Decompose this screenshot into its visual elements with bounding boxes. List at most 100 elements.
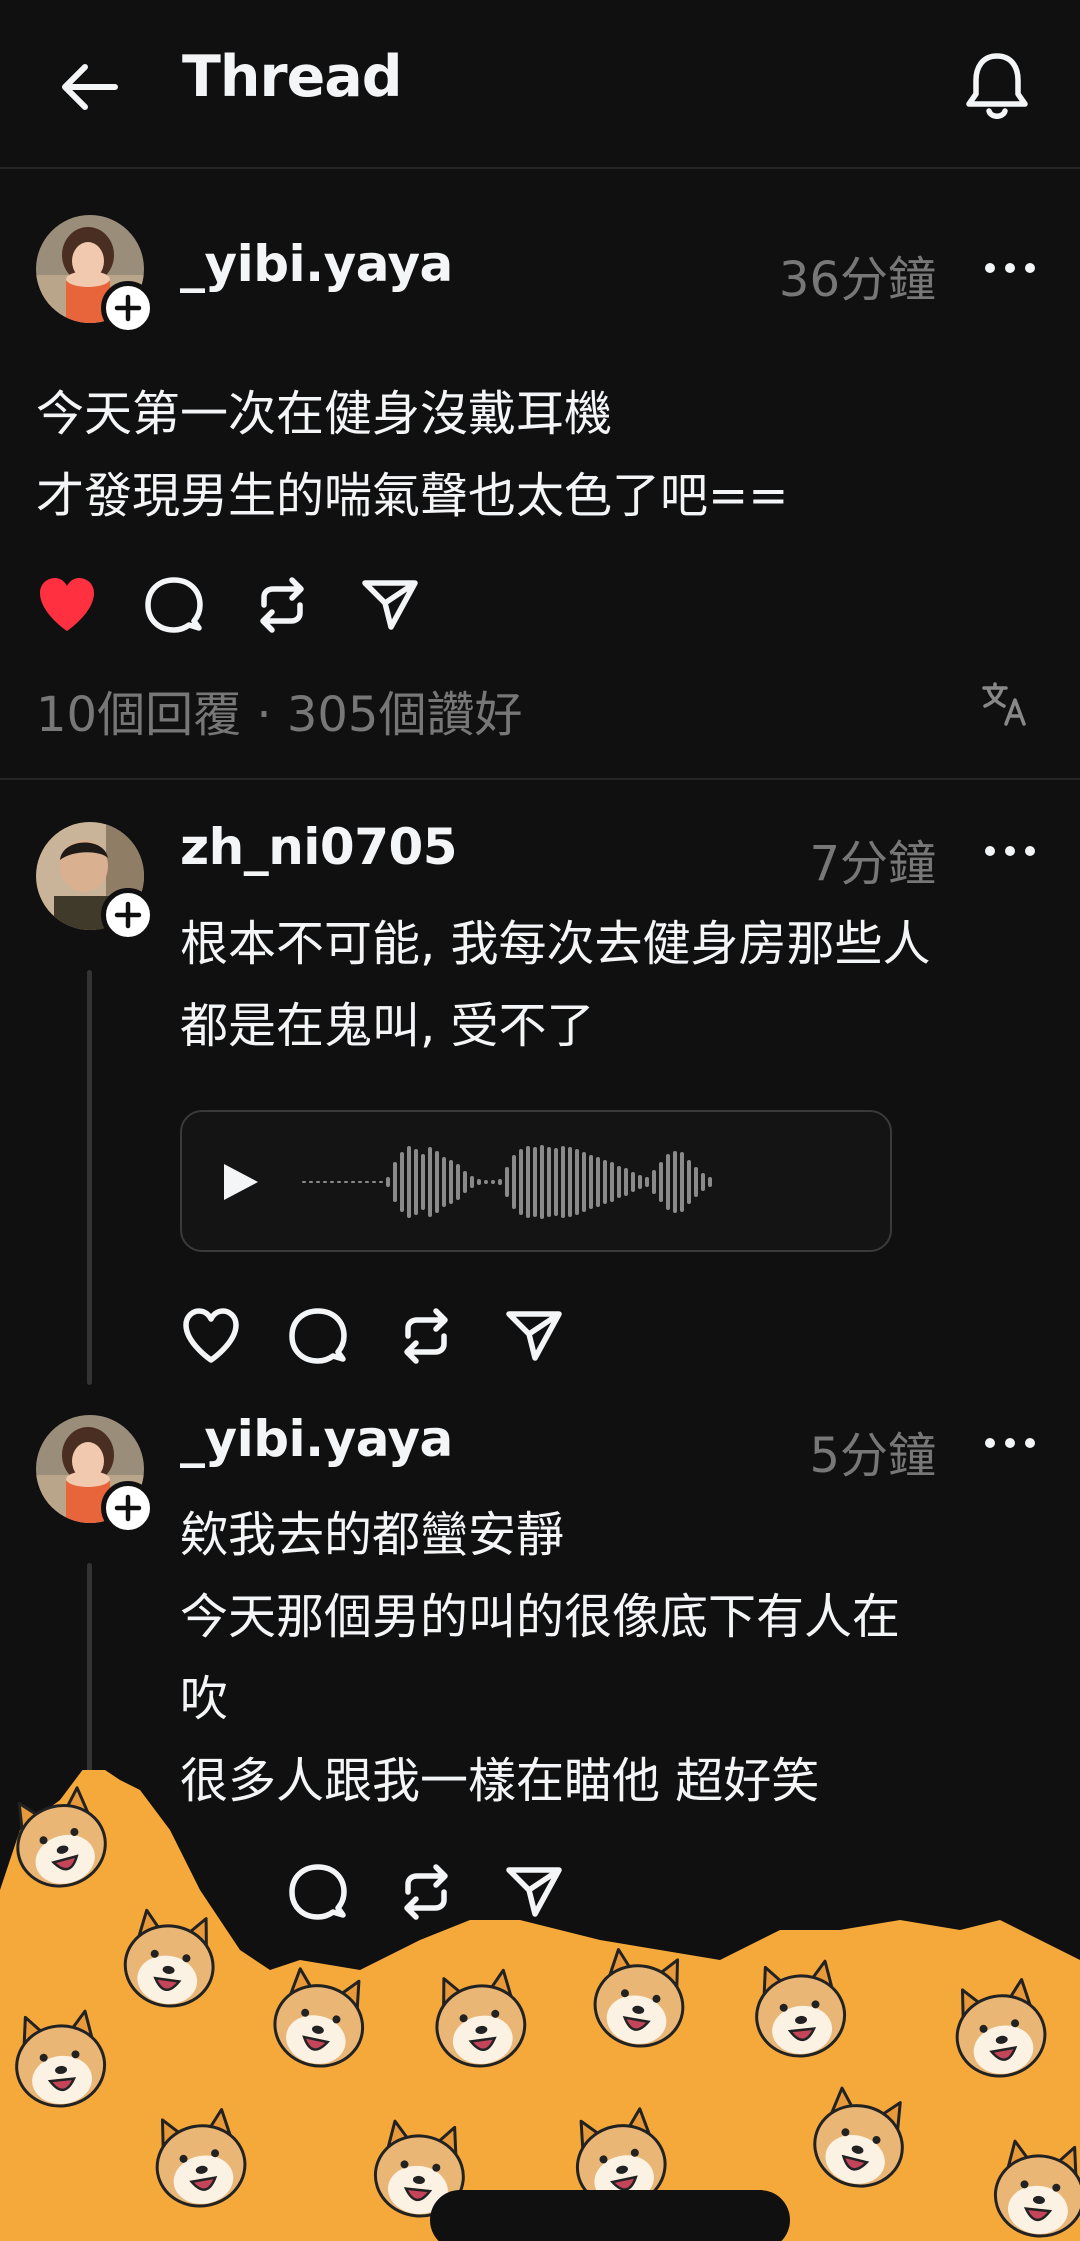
- waveform-bar: [631, 1172, 635, 1192]
- waveform-bar: [421, 1154, 425, 1210]
- waveform-bar: [645, 1177, 649, 1187]
- comment-icon: [145, 577, 203, 633]
- waveform-bar: [666, 1154, 670, 1210]
- waveform-bar: [575, 1149, 579, 1215]
- follow-plus-button[interactable]: [101, 888, 155, 942]
- waveform-bar: [379, 1181, 383, 1183]
- follow-plus-button[interactable]: [101, 1481, 155, 1535]
- more-options-button[interactable]: [980, 1433, 1040, 1453]
- repost-button[interactable]: [396, 1306, 456, 1366]
- more-icon: [985, 1438, 1035, 1448]
- translate-icon: [982, 682, 1026, 726]
- plus-icon: [114, 901, 142, 929]
- comment-icon: [289, 1308, 347, 1364]
- waveform-bar: [610, 1162, 614, 1202]
- waveform-bar: [687, 1160, 691, 1204]
- more-options-button[interactable]: [980, 258, 1040, 278]
- waveform-bar: [302, 1181, 306, 1183]
- waveform-bar: [582, 1152, 586, 1212]
- repost-button[interactable]: [252, 575, 312, 635]
- waveform-bar: [358, 1181, 362, 1183]
- waveform-bar: [351, 1181, 355, 1183]
- waveform-bar: [463, 1171, 467, 1193]
- waveform-bar: [694, 1167, 698, 1197]
- plus-icon: [114, 1494, 142, 1522]
- repost-icon: [260, 577, 304, 633]
- waveform-bar: [568, 1147, 572, 1217]
- more-options-button[interactable]: [980, 841, 1040, 861]
- waveform-bar: [407, 1146, 411, 1218]
- send-icon: [362, 580, 418, 630]
- audio-message[interactable]: [180, 1110, 892, 1252]
- reply-text-line: 欸我去的都蠻安靜: [180, 1507, 565, 1563]
- reply-username[interactable]: zh_ni0705: [180, 818, 458, 876]
- waveform-bar: [400, 1152, 404, 1212]
- repost-icon: [404, 1308, 448, 1364]
- send-icon: [506, 1311, 562, 1361]
- waveform-bar: [638, 1175, 642, 1189]
- post-divider: [0, 778, 1080, 780]
- share-button[interactable]: [360, 575, 420, 635]
- waveform-bar: [673, 1151, 677, 1213]
- waveform-bar: [372, 1181, 376, 1183]
- waveform-bar: [428, 1147, 432, 1217]
- post-text-line: 今天第一次在健身沒戴耳機: [36, 386, 613, 442]
- heart-icon: [183, 1308, 239, 1363]
- back-button[interactable]: [55, 52, 125, 122]
- waveform-bar: [316, 1181, 320, 1183]
- waveform-bar: [477, 1179, 481, 1185]
- sticker-overlay: [0, 1770, 1080, 2241]
- waveform-bar: [540, 1145, 544, 1219]
- translate-button[interactable]: [980, 680, 1028, 728]
- reply-username[interactable]: _yibi.yaya: [180, 1410, 453, 1468]
- waveform-bar: [484, 1180, 488, 1184]
- header-divider: [0, 167, 1080, 169]
- comment-button[interactable]: [288, 1306, 348, 1366]
- follow-plus-button[interactable]: [101, 281, 155, 335]
- like-button[interactable]: [36, 575, 98, 635]
- share-button[interactable]: [504, 1306, 564, 1366]
- waveform-bar: [652, 1170, 656, 1194]
- waveform-bar: [393, 1162, 397, 1202]
- arrow-left-icon: [62, 64, 118, 110]
- reply-text-line: 都是在鬼叫, 受不了: [180, 998, 595, 1054]
- reply-text-line: 根本不可能, 我每次去健身房那些人: [180, 916, 931, 972]
- waveform-bar: [435, 1151, 439, 1213]
- thread-line: [87, 970, 92, 1385]
- waveform-bar: [680, 1152, 684, 1212]
- post-username[interactable]: _yibi.yaya: [180, 235, 453, 293]
- comment-button[interactable]: [144, 575, 204, 635]
- waveform-bar: [470, 1176, 474, 1188]
- waveform-bar: [533, 1147, 537, 1217]
- reply-text-line: 吹: [180, 1671, 229, 1727]
- waveform-bar: [617, 1166, 621, 1198]
- waveform-bar: [547, 1147, 551, 1217]
- waveform-bar: [526, 1146, 530, 1218]
- waveform-bar: [561, 1146, 565, 1218]
- play-icon[interactable]: [220, 1162, 260, 1202]
- waveform-bar: [505, 1167, 509, 1197]
- waveform-bar: [554, 1148, 558, 1216]
- waveform-bar: [442, 1157, 446, 1207]
- waveform-bar: [414, 1149, 418, 1215]
- post-text-line: 才發現男生的喘氣聲也太色了吧==: [36, 468, 789, 524]
- waveform-bar: [491, 1180, 495, 1184]
- reply-time: 5分鐘: [809, 1428, 936, 1484]
- waveform-bar: [603, 1160, 607, 1204]
- plus-icon: [114, 294, 142, 322]
- waveform-bar: [624, 1168, 628, 1196]
- heart-filled-icon: [40, 578, 94, 631]
- like-button[interactable]: [180, 1306, 242, 1366]
- waveform-bar: [323, 1181, 327, 1183]
- waveform-bar: [659, 1162, 663, 1202]
- waveform-bar: [701, 1173, 705, 1191]
- reply-text-line: 今天那個男的叫的很像底下有人在: [180, 1589, 901, 1645]
- reply-time: 7分鐘: [809, 836, 936, 892]
- waveform-bar: [512, 1155, 516, 1209]
- post-stats[interactable]: 10個回覆 · 305個讚好: [36, 675, 522, 745]
- waveform-bar: [337, 1181, 341, 1183]
- page-title: Thread: [182, 44, 402, 110]
- notifications-button[interactable]: [962, 48, 1032, 123]
- waveform-bar: [309, 1181, 313, 1183]
- waveform-bar: [596, 1157, 600, 1207]
